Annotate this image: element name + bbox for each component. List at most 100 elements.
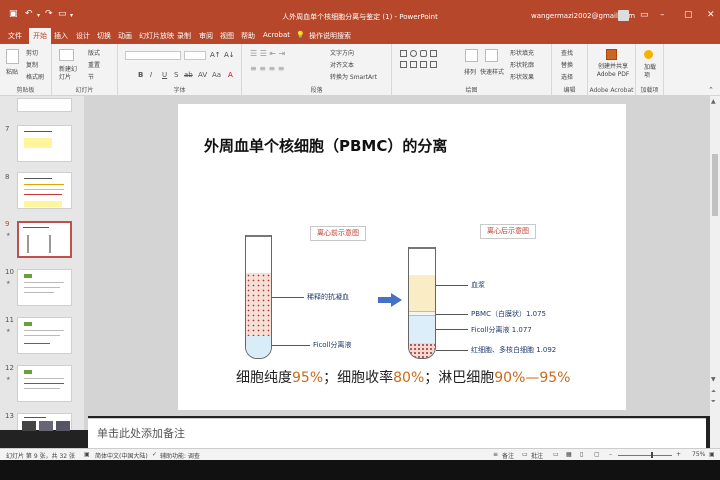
- fit-to-window-icon[interactable]: ▣: [709, 451, 715, 458]
- comments-icon[interactable]: ▭: [522, 451, 528, 458]
- shape-rectangle-icon[interactable]: [400, 50, 407, 57]
- shape-fill-button[interactable]: 形状填充: [510, 48, 534, 57]
- shape-line-icon[interactable]: [430, 50, 437, 57]
- tab-view[interactable]: 视图: [220, 31, 234, 41]
- shape-rounded-icon[interactable]: [420, 50, 427, 57]
- previous-slide-icon[interactable]: ⏶: [711, 388, 716, 396]
- zoom-in-icon[interactable]: +: [676, 451, 681, 458]
- quick-styles-icon[interactable]: [485, 49, 498, 62]
- underline-button[interactable]: U: [162, 71, 167, 79]
- notes-pane[interactable]: 单击此处添加备注: [88, 418, 706, 448]
- tab-slideshow[interactable]: 幻灯片放映: [139, 31, 174, 41]
- slide-thumbnail[interactable]: [17, 98, 72, 112]
- shape-brace-icon[interactable]: [430, 61, 437, 68]
- tab-home[interactable]: 开始: [29, 28, 51, 44]
- zoom-level[interactable]: 75%: [692, 451, 705, 458]
- slide-thumbnail[interactable]: [17, 269, 72, 306]
- pdf-icon[interactable]: [606, 49, 617, 60]
- normal-view-icon[interactable]: ▭: [553, 451, 559, 458]
- notes-icon[interactable]: ≡: [493, 451, 498, 458]
- notes-placeholder[interactable]: 单击此处添加备注: [97, 425, 185, 441]
- select-button[interactable]: 选择: [561, 72, 573, 81]
- shadow-button[interactable]: S: [174, 71, 178, 79]
- scroll-down-icon[interactable]: ▼: [711, 376, 716, 383]
- tube-before[interactable]: [245, 235, 272, 359]
- decrease-font-icon[interactable]: A↓: [224, 51, 235, 59]
- minimize-icon[interactable]: –: [660, 10, 665, 20]
- shape-arrow-icon[interactable]: [400, 61, 407, 68]
- zoom-out-icon[interactable]: –: [609, 451, 612, 458]
- shape-outline-button[interactable]: 形状轮廓: [510, 60, 534, 69]
- maximize-icon[interactable]: ▢: [684, 10, 693, 20]
- reading-view-icon[interactable]: ▯: [580, 451, 583, 458]
- tab-design[interactable]: 设计: [76, 31, 90, 41]
- arrange-icon[interactable]: [465, 49, 478, 62]
- collapse-ribbon-icon[interactable]: ⌃: [708, 86, 714, 94]
- slide-thumbnail-selected[interactable]: [17, 221, 72, 258]
- layout-button[interactable]: 版式: [88, 48, 100, 57]
- slideshow-view-icon[interactable]: ▢: [594, 451, 600, 458]
- tab-review[interactable]: 审阅: [199, 31, 213, 41]
- tab-record[interactable]: 录制: [177, 31, 191, 41]
- copy-button[interactable]: 复制: [26, 60, 38, 69]
- scroll-up-icon[interactable]: ▲: [711, 98, 716, 105]
- tab-file[interactable]: 文件: [8, 31, 22, 41]
- new-slide-button[interactable]: 新建幻灯片: [59, 66, 79, 82]
- cut-button[interactable]: 剪切: [26, 48, 38, 57]
- before-centrifuge-label[interactable]: 离心前示意图: [310, 226, 366, 241]
- bold-button[interactable]: B: [138, 71, 143, 79]
- accessibility-icon[interactable]: ✓: [152, 451, 157, 458]
- reset-button[interactable]: 重置: [88, 60, 100, 69]
- convert-smartart-button[interactable]: 转换为 SmartArt: [330, 72, 377, 81]
- tab-acrobat[interactable]: Acrobat: [263, 31, 290, 39]
- result-summary[interactable]: 细胞纯度95%；细胞收率80%；淋巴细胞90%—95%: [236, 367, 570, 387]
- addin-icon[interactable]: [644, 50, 653, 59]
- align-text-button[interactable]: 对齐文本: [330, 60, 354, 69]
- increase-font-icon[interactable]: A↑: [210, 51, 221, 59]
- new-slide-icon[interactable]: [59, 49, 74, 61]
- quick-styles-button[interactable]: 快速样式: [480, 67, 504, 76]
- shape-triangle-icon[interactable]: [410, 61, 417, 68]
- section-button[interactable]: 节: [88, 72, 94, 81]
- language-status[interactable]: 简体中文(中国大陆): [95, 451, 148, 460]
- tab-insert[interactable]: 插入: [54, 31, 68, 41]
- font-size-input[interactable]: [184, 51, 206, 60]
- text-direction-button[interactable]: 文字方向: [330, 48, 354, 57]
- tab-help[interactable]: 帮助: [241, 31, 255, 41]
- slide-thumbnail[interactable]: [17, 413, 72, 431]
- scrollbar-thumb[interactable]: [712, 154, 718, 216]
- next-slide-icon[interactable]: ⏷: [711, 398, 716, 406]
- bullets-icon[interactable]: ☰ ☰ ⇤ ⇥: [250, 49, 285, 58]
- addins-button[interactable]: 加载项: [644, 64, 658, 80]
- shape-oval-icon[interactable]: [410, 50, 417, 57]
- arrange-button[interactable]: 排列: [464, 67, 476, 76]
- zoom-slider-thumb[interactable]: [651, 452, 653, 458]
- spelling-icon[interactable]: ▣: [84, 451, 90, 458]
- slide-thumbnail[interactable]: [17, 172, 72, 209]
- char-spacing-button[interactable]: AV: [198, 71, 207, 79]
- paste-button[interactable]: 粘贴: [6, 67, 18, 76]
- slide-canvas[interactable]: 外周血单个核细胞（PBMC）的分离 离心前示意图 离心后示意图 稀释的抗凝血 F…: [178, 104, 626, 410]
- font-color-button[interactable]: A: [228, 71, 233, 79]
- slide-thumbnail[interactable]: [17, 125, 72, 162]
- tab-animations[interactable]: 动画: [118, 31, 132, 41]
- ribbon-display-icon[interactable]: ▭: [640, 10, 649, 20]
- tell-me-search[interactable]: 操作说明搜索: [309, 31, 351, 41]
- slide-thumbnail[interactable]: [17, 365, 72, 402]
- align-icon[interactable]: ≡ ≡ ≡ ≡: [250, 64, 284, 73]
- vertical-scrollbar[interactable]: ▲ ▼ ⏶ ⏷: [710, 96, 720, 448]
- create-pdf-button[interactable]: 创建并共享 Adobe PDF: [593, 63, 633, 79]
- slide-title[interactable]: 外周血单个核细胞（PBMC）的分离: [204, 135, 447, 156]
- notes-button[interactable]: 备注: [502, 451, 514, 460]
- comments-button[interactable]: 批注: [531, 451, 543, 460]
- font-family-input[interactable]: [125, 51, 181, 60]
- close-icon[interactable]: ✕: [707, 10, 715, 20]
- slide-sorter-icon[interactable]: ▦: [566, 451, 572, 458]
- slide-thumbnail[interactable]: [17, 317, 72, 354]
- tab-transitions[interactable]: 切换: [97, 31, 111, 41]
- italic-button[interactable]: I: [150, 71, 152, 79]
- change-case-button[interactable]: Aa: [212, 71, 221, 79]
- paste-icon[interactable]: [6, 49, 19, 64]
- after-centrifuge-label[interactable]: 离心后示意图: [480, 224, 536, 239]
- shape-effects-button[interactable]: 形状效果: [510, 72, 534, 81]
